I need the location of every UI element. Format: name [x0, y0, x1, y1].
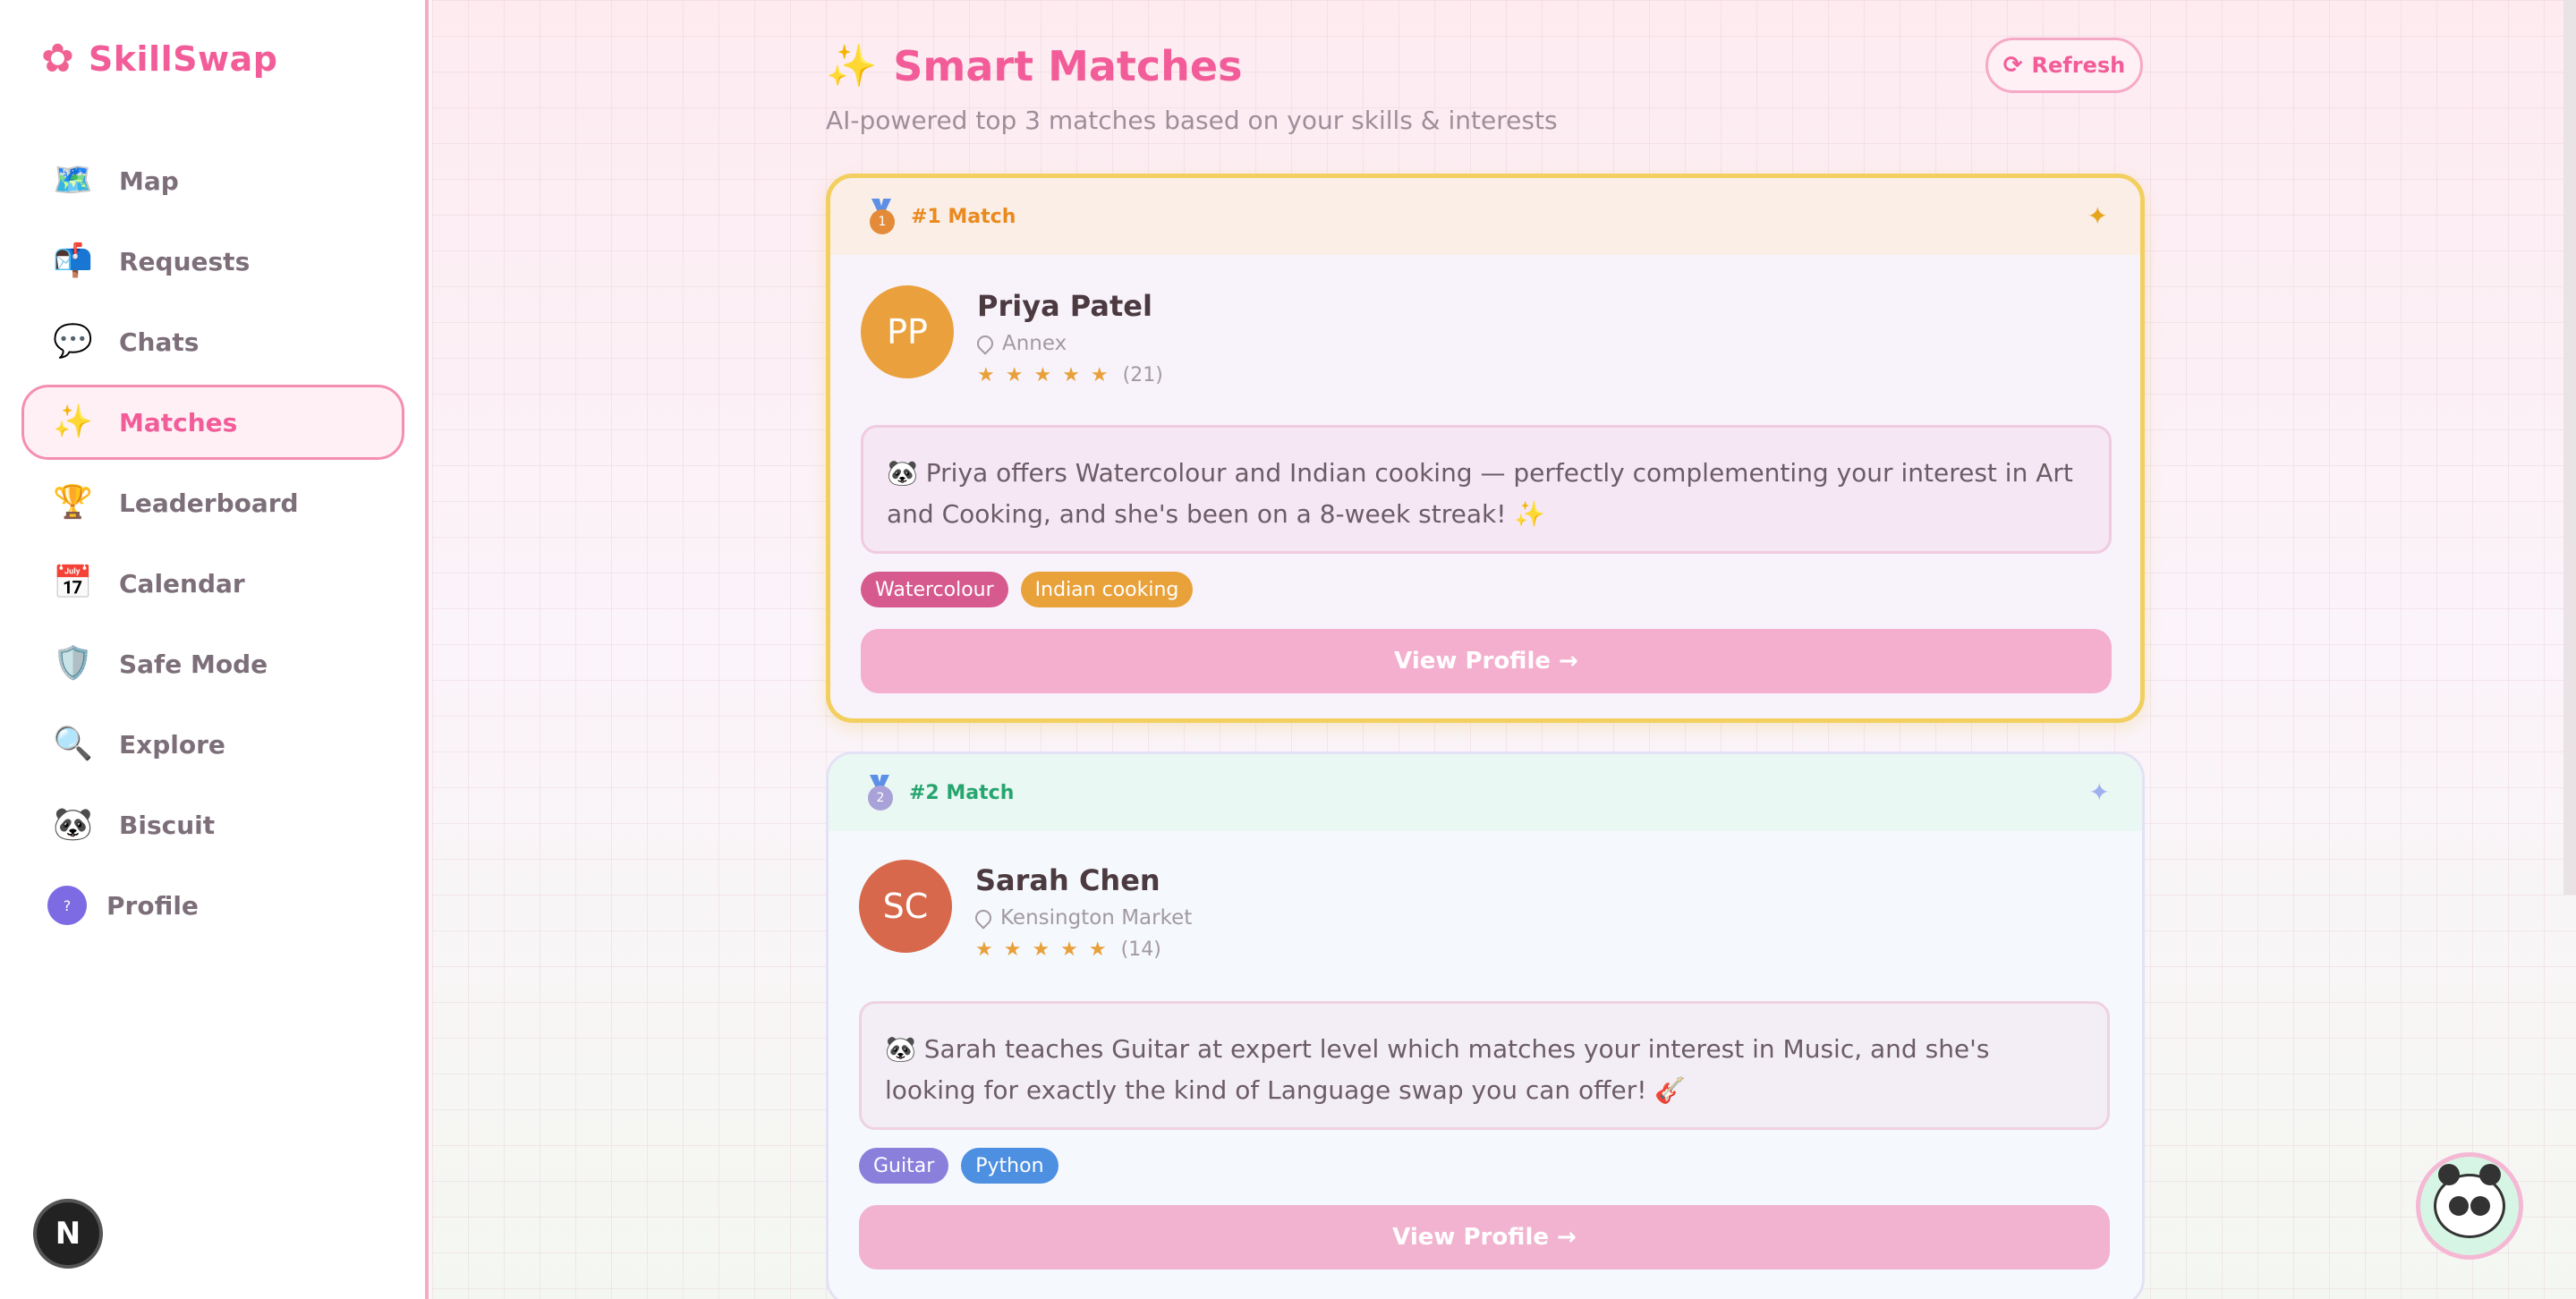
match-reason: 🐼 Sarah teaches Guitar at expert level w…	[859, 1001, 2110, 1130]
rating-stars: ★★★★★ (21)	[977, 364, 1163, 386]
brand[interactable]: ✿ SkillSwap	[41, 36, 278, 81]
match-location: Kensington Market	[972, 906, 1192, 930]
match-card: 1 #1 Match ✦ PP Priya Patel Annex ★★★★★(…	[826, 174, 2145, 723]
shield-icon: 🛡️	[53, 645, 93, 682]
match-name: Priya Patel	[977, 289, 1152, 323]
refresh-label: Refresh	[2031, 53, 2126, 78]
sidebar-item-label: Matches	[119, 407, 238, 437]
sparkles-icon: ✨	[53, 403, 93, 440]
brand-name: SkillSwap	[88, 39, 278, 79]
calendar-icon: 📅	[53, 565, 93, 601]
panda-icon	[2434, 1164, 2505, 1238]
page-title-text: Smart Matches	[893, 41, 1243, 90]
sidebar-item-calendar[interactable]: 📅 Calendar	[21, 546, 404, 621]
biscuit-assistant-button[interactable]	[2416, 1152, 2523, 1260]
match-reason: 🐼 Priya offers Watercolour and Indian co…	[861, 425, 2112, 554]
match-rank: #2 Match	[909, 781, 1015, 804]
page-title: ✨ Smart Matches	[826, 41, 1242, 90]
sidebar-item-map[interactable]: 🗺️ Map	[21, 143, 404, 218]
skill-tag: Python	[961, 1148, 1058, 1184]
view-profile-button[interactable]: View Profile →	[861, 629, 2112, 693]
match-name: Sarah Chen	[975, 863, 1160, 897]
sidebar-nav: 🗺️ Map 📬 Requests 💬 Chats ✨ Matches 🏆 Le…	[21, 143, 404, 948]
skill-tags: Guitar Python	[859, 1148, 1058, 1184]
location-pin-icon	[973, 332, 997, 355]
match-card-header: 1 #1 Match ✦	[830, 178, 2140, 255]
sidebar-item-label: Biscuit	[119, 810, 216, 840]
sidebar-item-label: Requests	[119, 246, 251, 276]
view-profile-button[interactable]: View Profile →	[859, 1205, 2110, 1269]
sparkles-icon: ✨	[826, 41, 878, 89]
sidebar-item-label: Leaderboard	[119, 488, 299, 518]
medal-icon: 2	[866, 775, 893, 811]
sidebar: ✿ SkillSwap 🗺️ Map 📬 Requests 💬 Chats ✨ …	[0, 0, 429, 1299]
location-pin-icon	[972, 906, 995, 930]
page-subtitle: AI-powered top 3 matches based on your s…	[826, 106, 1558, 135]
match-card: 2 #2 Match ✦ SC Sarah Chen Kensington Ma…	[826, 751, 2145, 1299]
skill-tag: Guitar	[859, 1148, 949, 1184]
sidebar-item-safe-mode[interactable]: 🛡️ Safe Mode	[21, 626, 404, 701]
sparkle-icon: ✦	[2087, 201, 2108, 231]
sidebar-item-matches[interactable]: ✨ Matches	[21, 385, 404, 460]
flower-icon: ✿	[41, 36, 74, 81]
sidebar-item-profile[interactable]: ? Profile	[21, 868, 404, 943]
sparkle-icon: ✦	[2088, 777, 2110, 807]
sidebar-item-leaderboard[interactable]: 🏆 Leaderboard	[21, 465, 404, 540]
sidebar-item-chats[interactable]: 💬 Chats	[21, 304, 404, 379]
sidebar-item-label: Profile	[106, 890, 199, 921]
avatar: ?	[47, 886, 87, 925]
match-person: SC Sarah Chen Kensington Market ★★★★★ (14…	[859, 860, 1192, 961]
magnifier-icon: 🔍	[53, 726, 93, 762]
skill-tag: Watercolour	[861, 572, 1008, 607]
sidebar-item-label: Safe Mode	[119, 649, 268, 679]
rating-stars: ★★★★★ (14)	[975, 938, 1161, 961]
sidebar-item-label: Explore	[119, 729, 225, 760]
speech-bubble-icon: 💬	[53, 323, 93, 360]
scrollbar[interactable]	[2563, 0, 2576, 895]
panda-icon: 🐼	[53, 806, 93, 843]
match-rank: #1 Match	[911, 205, 1016, 228]
skill-tag: Indian cooking	[1020, 572, 1194, 607]
sidebar-item-label: Chats	[119, 327, 200, 357]
mailbox-icon: 📬	[53, 242, 93, 279]
review-count: (21)	[1122, 364, 1163, 386]
sidebar-item-explore[interactable]: 🔍 Explore	[21, 707, 404, 782]
skill-tags: Watercolour Indian cooking	[861, 572, 1194, 607]
sidebar-item-label: Calendar	[119, 568, 245, 599]
review-count: (14)	[1120, 938, 1161, 961]
match-card-header: 2 #2 Match ✦	[829, 754, 2142, 831]
sidebar-item-biscuit[interactable]: 🐼 Biscuit	[21, 787, 404, 862]
sidebar-item-requests[interactable]: 📬 Requests	[21, 224, 404, 299]
avatar: SC	[859, 860, 952, 953]
medal-icon: 1	[868, 199, 895, 234]
match-location: Annex	[973, 332, 1163, 355]
avatar: PP	[861, 285, 954, 378]
sidebar-item-label: Map	[119, 166, 179, 196]
n-badge[interactable]: N	[33, 1199, 103, 1269]
map-icon: 🗺️	[53, 162, 93, 199]
main-content: ✨ Smart Matches AI-powered top 3 matches…	[432, 0, 2576, 1299]
trophy-icon: 🏆	[53, 484, 93, 521]
match-person: PP Priya Patel Annex ★★★★★ (21)	[861, 285, 1163, 386]
refresh-icon: ⟳	[2002, 52, 2023, 79]
refresh-button[interactable]: ⟳ Refresh	[1985, 38, 2143, 93]
